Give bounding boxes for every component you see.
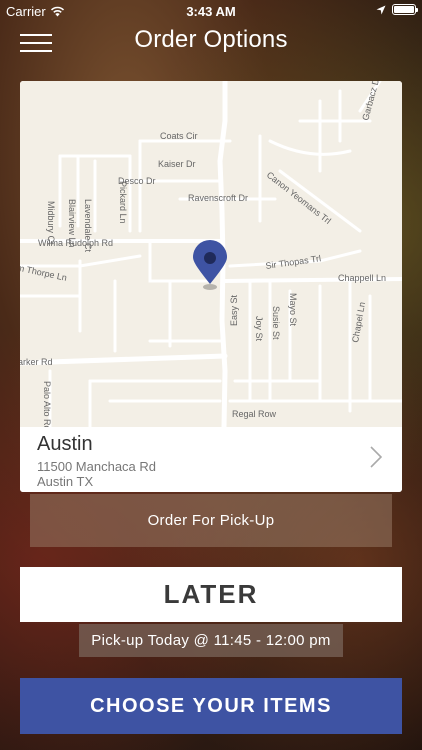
order-pickup-button[interactable]: Order For Pick-Up (30, 494, 392, 547)
map-label-susie: Susie St (271, 306, 281, 340)
map-label-sirthomas: Sir Thopas Trl (265, 253, 322, 271)
nav-bar: Order Options (0, 22, 422, 62)
map-label-thorpe: Jim Thorpe Ln (20, 261, 68, 283)
map-streets: Garbacz Dr Coats Cir Kaiser Dr Desco Dr … (20, 81, 402, 427)
battery-icon (392, 4, 418, 15)
location-row[interactable]: Austin 11500 Manchaca Rd Austin TX (20, 427, 402, 492)
location-address-line2: Austin TX (37, 474, 94, 489)
map-label-regal: Regal Row (232, 409, 277, 419)
map-label-pickard: Pickard Ln (118, 181, 128, 224)
map-label-garbacz: Garbacz Dr (360, 81, 382, 122)
map-label-ravenscroft: Ravenscroft Dr (188, 193, 248, 203)
chevron-right-icon (370, 446, 382, 468)
map-label-mayo: Mayo St (288, 293, 298, 327)
map-label-parker: Parker Rd (20, 357, 53, 367)
status-time: 3:43 AM (186, 4, 236, 19)
location-address-line1: 11500 Manchaca Rd (37, 459, 157, 474)
status-right (376, 4, 418, 15)
location-name: Austin (37, 433, 93, 455)
choose-items-button[interactable]: CHOOSE YOUR ITEMS (20, 678, 402, 734)
map-view[interactable]: Garbacz Dr Coats Cir Kaiser Dr Desco Dr … (20, 81, 402, 427)
map-label-alto: Palo Alto Rd (42, 381, 52, 427)
pickup-time-label: Pick-up Today @ 11:45 - 12:00 pm (79, 624, 343, 657)
location-card: Garbacz Dr Coats Cir Kaiser Dr Desco Dr … (20, 81, 402, 492)
map-label-easy: Easy St (229, 294, 239, 326)
map-label-kaiser: Kaiser Dr (158, 159, 196, 169)
map-label-joy: Joy St (254, 316, 264, 342)
status-bar: Carrier 3:43 AM (0, 0, 422, 22)
later-button[interactable]: LATER (20, 567, 402, 622)
map-label-coats: Coats Cir (160, 131, 198, 141)
map-label-chapel: Chapel Ln (350, 301, 367, 343)
map-label-chappell: Chappell Ln (338, 273, 386, 283)
battery-level (394, 6, 414, 13)
map-label-wilma: Wilma Rudolph Rd (38, 238, 113, 248)
page-title: Order Options (134, 26, 288, 53)
location-arrow-icon (376, 5, 386, 14)
